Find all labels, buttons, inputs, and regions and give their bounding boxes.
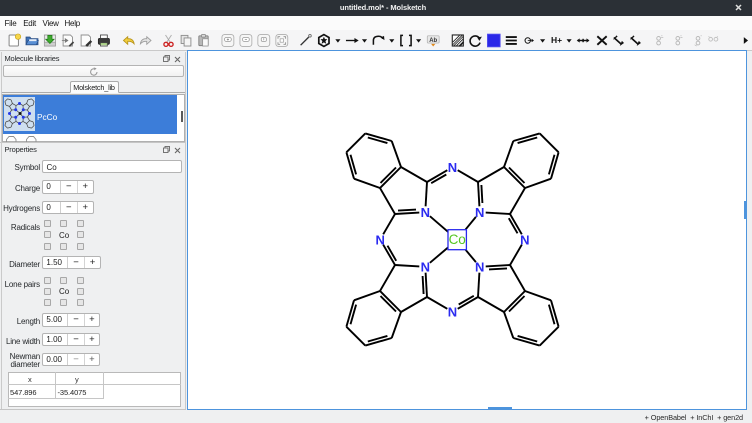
svg-text:N: N (421, 260, 430, 275)
svg-text:N: N (448, 305, 457, 320)
svg-text:N: N (376, 232, 385, 247)
svg-text:N: N (475, 260, 484, 275)
svg-text:Co: Co (449, 232, 466, 247)
svg-text:N: N (475, 205, 484, 220)
svg-text:N: N (520, 232, 529, 247)
svg-text:N: N (448, 160, 457, 175)
svg-text:N: N (421, 205, 430, 220)
